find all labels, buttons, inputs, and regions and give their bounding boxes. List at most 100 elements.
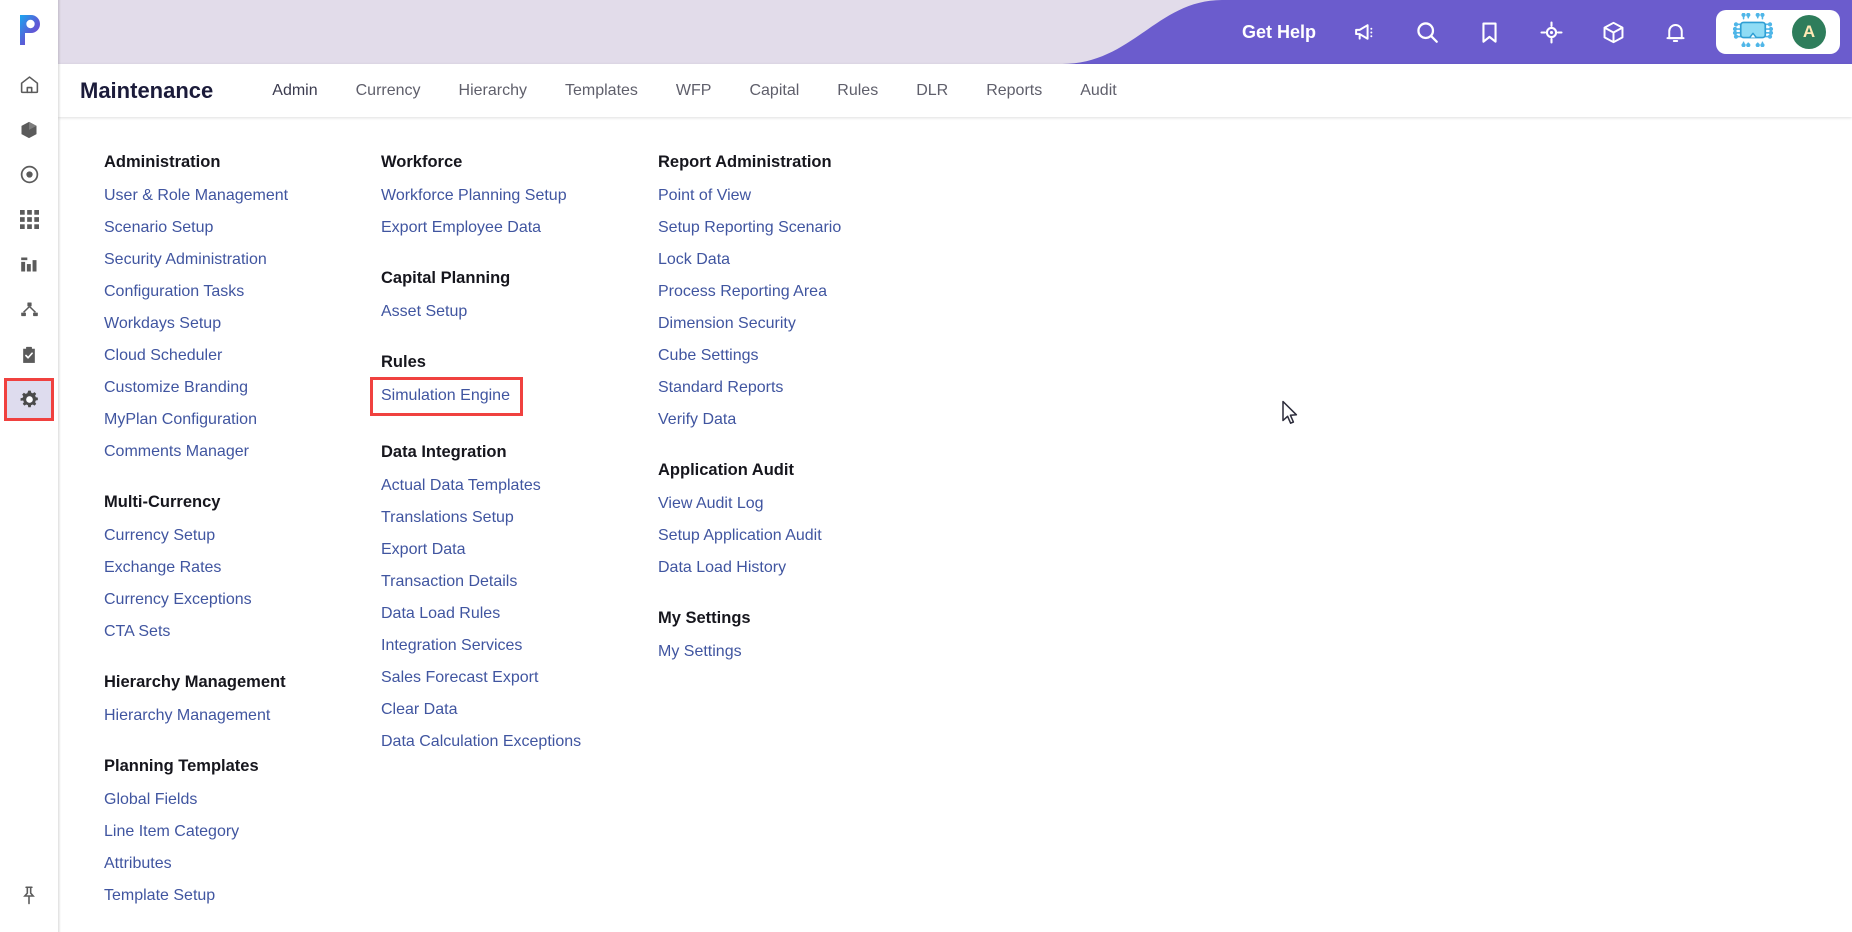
group-title: My Settings bbox=[658, 609, 751, 627]
link-point-of-view[interactable]: Point of View bbox=[658, 180, 998, 212]
link-sales-forecast-export[interactable]: Sales Forecast Export bbox=[381, 662, 658, 694]
get-help-button[interactable]: Get Help bbox=[1224, 22, 1334, 43]
link-currency-exceptions[interactable]: Currency Exceptions bbox=[104, 584, 381, 616]
sidebar-item-home[interactable] bbox=[0, 62, 58, 107]
link-clear-data[interactable]: Clear Data bbox=[381, 694, 658, 726]
sidebar-item-reports[interactable] bbox=[0, 242, 58, 287]
link-attributes[interactable]: Attributes bbox=[104, 848, 381, 880]
group-planning-templates: Planning Templates Global Fields Line It… bbox=[104, 749, 381, 912]
link-workforce-planning-setup[interactable]: Workforce Planning Setup bbox=[381, 180, 658, 212]
sidebar-item-hierarchy[interactable] bbox=[0, 287, 58, 332]
sidebar-item-tasks[interactable] bbox=[0, 332, 58, 377]
link-my-settings[interactable]: My Settings bbox=[658, 636, 998, 668]
link-process-reporting-area[interactable]: Process Reporting Area bbox=[658, 276, 998, 308]
group-title: Multi-Currency bbox=[104, 493, 221, 511]
package-icon[interactable] bbox=[1582, 0, 1644, 64]
link-dimension-security[interactable]: Dimension Security bbox=[658, 308, 998, 340]
link-standard-reports[interactable]: Standard Reports bbox=[658, 372, 998, 404]
tab-reports[interactable]: Reports bbox=[967, 82, 1061, 100]
link-setup-reporting-scenario[interactable]: Setup Reporting Scenario bbox=[658, 212, 998, 244]
pin-icon[interactable] bbox=[0, 876, 58, 916]
bookmark-icon[interactable] bbox=[1458, 0, 1520, 64]
link-simulation-engine[interactable]: Simulation Engine bbox=[370, 377, 523, 416]
link-asset-setup[interactable]: Asset Setup bbox=[381, 296, 658, 328]
menu-column-3: Report Administration Point of View Setu… bbox=[658, 145, 998, 685]
tab-audit[interactable]: Audit bbox=[1061, 82, 1135, 100]
menu-column-1: Administration User & Role Management Sc… bbox=[104, 145, 381, 929]
sidebar-item-list bbox=[0, 62, 58, 422]
sidebar-item-box[interactable] bbox=[0, 107, 58, 152]
menu-column-2: Workforce Workforce Planning Setup Expor… bbox=[370, 145, 658, 775]
tab-currency[interactable]: Currency bbox=[337, 82, 440, 100]
link-data-calculation-exceptions[interactable]: Data Calculation Exceptions bbox=[381, 726, 658, 758]
announcement-icon[interactable] bbox=[1334, 0, 1396, 64]
tab-hierarchy[interactable]: Hierarchy bbox=[440, 82, 546, 100]
group-administration: Administration User & Role Management Sc… bbox=[104, 145, 381, 468]
group-title: Rules bbox=[381, 353, 426, 371]
sidebar-item-target[interactable] bbox=[0, 152, 58, 197]
link-workdays-setup[interactable]: Workdays Setup bbox=[104, 308, 381, 340]
link-template-setup[interactable]: Template Setup bbox=[104, 880, 381, 912]
group-title: Hierarchy Management bbox=[104, 673, 286, 691]
link-comments-manager[interactable]: Comments Manager bbox=[104, 436, 381, 468]
tab-templates[interactable]: Templates bbox=[546, 82, 657, 100]
link-exchange-rates[interactable]: Exchange Rates bbox=[104, 552, 381, 584]
link-view-audit-log[interactable]: View Audit Log bbox=[658, 488, 998, 520]
group-title: Planning Templates bbox=[104, 757, 259, 775]
link-myplan-configuration[interactable]: MyPlan Configuration bbox=[104, 404, 381, 436]
nav-tab-list: Admin Currency Hierarchy Templates WFP C… bbox=[253, 82, 1135, 100]
group-capital-planning: Capital Planning Asset Setup bbox=[381, 261, 658, 328]
link-security-administration[interactable]: Security Administration bbox=[104, 244, 381, 276]
tab-admin[interactable]: Admin bbox=[253, 82, 336, 100]
tab-dlr[interactable]: DLR bbox=[897, 82, 967, 100]
link-user-role-management[interactable]: User & Role Management bbox=[104, 180, 381, 212]
group-title: Application Audit bbox=[658, 461, 794, 479]
group-title: Data Integration bbox=[381, 443, 507, 461]
header-actions: Get Help A bbox=[1224, 0, 1852, 64]
group-rules: Rules Simulation Engine bbox=[370, 345, 658, 416]
group-report-administration: Report Administration Point of View Setu… bbox=[658, 145, 998, 436]
link-verify-data[interactable]: Verify Data bbox=[658, 404, 998, 436]
group-title: Capital Planning bbox=[381, 269, 511, 287]
link-cube-settings[interactable]: Cube Settings bbox=[658, 340, 998, 372]
sidebar-active-highlight bbox=[4, 378, 54, 421]
link-data-load-rules[interactable]: Data Load Rules bbox=[381, 598, 658, 630]
avatar[interactable]: A bbox=[1792, 15, 1826, 49]
group-title: Administration bbox=[104, 153, 221, 171]
link-actual-data-templates[interactable]: Actual Data Templates bbox=[381, 470, 658, 502]
link-transaction-details[interactable]: Transaction Details bbox=[381, 566, 658, 598]
link-integration-services[interactable]: Integration Services bbox=[381, 630, 658, 662]
group-my-settings: My Settings My Settings bbox=[658, 601, 998, 668]
planful-logo[interactable] bbox=[0, 4, 58, 56]
link-cloud-scheduler[interactable]: Cloud Scheduler bbox=[104, 340, 381, 372]
link-customize-branding[interactable]: Customize Branding bbox=[104, 372, 381, 404]
sidebar-item-maintenance[interactable] bbox=[0, 377, 58, 422]
link-currency-setup[interactable]: Currency Setup bbox=[104, 520, 381, 552]
target-icon[interactable] bbox=[1520, 0, 1582, 64]
user-menu[interactable]: A bbox=[1716, 10, 1840, 54]
sidebar-item-grid[interactable] bbox=[0, 197, 58, 242]
tab-rules[interactable]: Rules bbox=[818, 82, 897, 100]
link-hierarchy-management[interactable]: Hierarchy Management bbox=[104, 700, 381, 732]
link-setup-application-audit[interactable]: Setup Application Audit bbox=[658, 520, 998, 552]
link-lock-data[interactable]: Lock Data bbox=[658, 244, 998, 276]
link-data-load-history[interactable]: Data Load History bbox=[658, 552, 998, 584]
app-root: Get Help A Maintenance Admin Currency Hi… bbox=[0, 0, 1852, 932]
tab-wfp[interactable]: WFP bbox=[657, 82, 731, 100]
page-title: Maintenance bbox=[80, 77, 214, 103]
link-configuration-tasks[interactable]: Configuration Tasks bbox=[104, 276, 381, 308]
notifications-icon[interactable] bbox=[1644, 0, 1706, 64]
menu-columns: Administration User & Role Management Sc… bbox=[104, 145, 998, 929]
chip-icon[interactable] bbox=[1732, 12, 1774, 52]
tab-capital[interactable]: Capital bbox=[730, 82, 818, 100]
link-scenario-setup[interactable]: Scenario Setup bbox=[104, 212, 381, 244]
search-icon[interactable] bbox=[1396, 0, 1458, 64]
link-cta-sets[interactable]: CTA Sets bbox=[104, 616, 381, 648]
link-line-item-category[interactable]: Line Item Category bbox=[104, 816, 381, 848]
link-translations-setup[interactable]: Translations Setup bbox=[381, 502, 658, 534]
link-global-fields[interactable]: Global Fields bbox=[104, 784, 381, 816]
link-export-data[interactable]: Export Data bbox=[381, 534, 658, 566]
left-sidebar bbox=[0, 0, 58, 932]
link-export-employee-data[interactable]: Export Employee Data bbox=[381, 212, 658, 244]
module-navbar: Maintenance Admin Currency Hierarchy Tem… bbox=[58, 64, 1852, 117]
